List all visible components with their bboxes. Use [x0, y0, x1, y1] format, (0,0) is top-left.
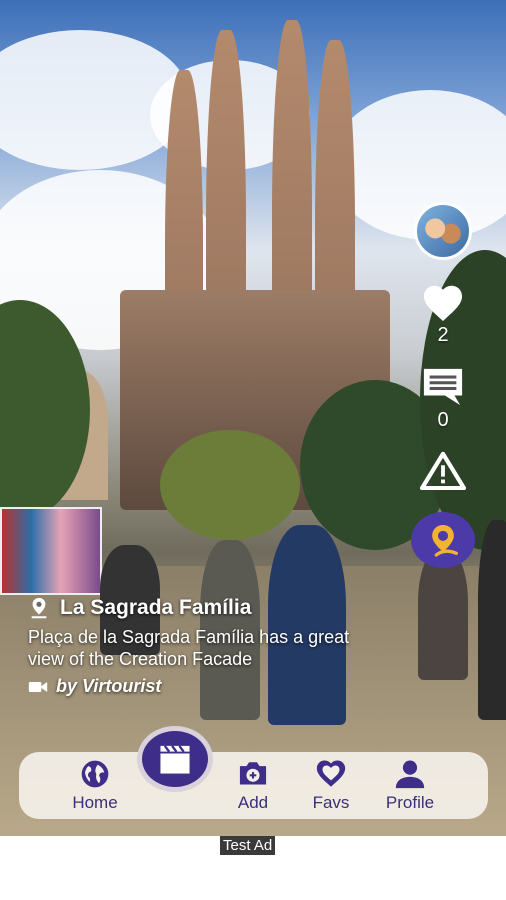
- person-icon: [395, 760, 425, 789]
- video-caption: La Sagrada Família Plaça de la Sagrada F…: [28, 596, 388, 697]
- warning-icon: [420, 451, 466, 490]
- camera-add-icon: [239, 762, 267, 785]
- virtourist-logo-icon: [432, 525, 458, 557]
- video-camera-icon: [28, 681, 48, 692]
- place-title: La Sagrada Família: [60, 596, 252, 619]
- nav-favs[interactable]: Favs: [291, 758, 371, 813]
- report-button[interactable]: [420, 450, 466, 490]
- bottom-navigation: Home Add Favs Profile: [19, 752, 488, 819]
- nav-profile-label: Profile: [385, 793, 435, 812]
- globe-icon: [81, 760, 109, 788]
- author-row[interactable]: by Virtourist: [28, 676, 388, 697]
- nav-favs-label: Favs: [312, 793, 350, 812]
- nav-home[interactable]: Home: [55, 758, 135, 813]
- nav-add[interactable]: Add: [213, 758, 293, 813]
- person: [478, 520, 506, 720]
- comments-button[interactable]: 0: [420, 365, 466, 432]
- billboard: [0, 507, 102, 595]
- nav-profile[interactable]: Profile: [370, 758, 450, 813]
- author-avatar[interactable]: [414, 202, 472, 260]
- person: [418, 550, 468, 680]
- test-ad-label: Test Ad: [220, 836, 276, 855]
- virtourist-logo-button[interactable]: [411, 512, 475, 568]
- author-name: by Virtourist: [56, 676, 162, 696]
- like-count: 2: [437, 324, 449, 346]
- comment-icon: [423, 368, 463, 406]
- nav-home-label: Home: [72, 793, 118, 812]
- heart-outline-icon: [316, 760, 346, 787]
- clapperboard-icon: [160, 745, 190, 774]
- videos-button[interactable]: [137, 726, 213, 792]
- side-actions: 2 0: [410, 202, 476, 568]
- location-row[interactable]: La Sagrada Família: [28, 596, 388, 620]
- like-button[interactable]: 2: [420, 282, 466, 347]
- tree: [160, 430, 300, 540]
- comment-count: 0: [437, 409, 449, 431]
- location-pin-icon: [31, 597, 47, 619]
- heart-icon: [423, 285, 463, 322]
- nav-add-label: Add: [237, 793, 269, 812]
- place-description: Plaça de la Sagrada Família has a great …: [28, 627, 350, 669]
